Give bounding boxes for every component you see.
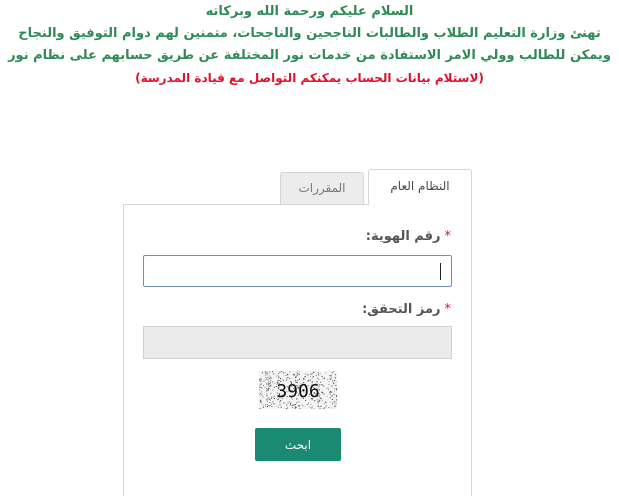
services-text: ويمكن للطالب وولي الامر الاستفادة من خدم…: [8, 48, 611, 63]
captcha-label-text: رمز التحقق:: [362, 302, 441, 317]
id-number-input[interactable]: [143, 255, 452, 287]
page: السلام عليكم ورحمة الله وبركاته تهنئ وزا…: [0, 0, 619, 496]
id-label-text: رقم الهوية:: [365, 229, 441, 244]
congratulations-text: تهنئ وزارة التعليم الطلاب والطالبات النا…: [18, 26, 601, 41]
search-button[interactable]: ابحث: [255, 428, 341, 461]
required-mark: *: [444, 229, 452, 244]
tab-bar: المقررات النظام العام: [280, 169, 472, 205]
tab-courses[interactable]: المقررات: [280, 172, 364, 204]
account-info-text: (لاستلام بيانات الحساب يمكنكم التواصل مع…: [135, 71, 484, 85]
captcha-label: *رمز التحقق:: [362, 302, 451, 317]
captcha-image: 3906: [259, 371, 337, 409]
login-panel: *رقم الهوية: *رمز التحقق: 3906 ابحث: [123, 204, 472, 496]
announcement: السلام عليكم ورحمة الله وبركاته تهنئ وزا…: [0, 0, 619, 89]
id-label: *رقم الهوية:: [366, 229, 451, 244]
captcha-input[interactable]: [143, 326, 452, 359]
text-caret: [440, 263, 441, 280]
captcha-text: 3906: [276, 381, 319, 402]
greeting-text: السلام عليكم ورحمة الله وبركاته: [205, 4, 414, 19]
tab-general-system[interactable]: النظام العام: [368, 169, 472, 205]
required-mark: *: [444, 302, 452, 317]
